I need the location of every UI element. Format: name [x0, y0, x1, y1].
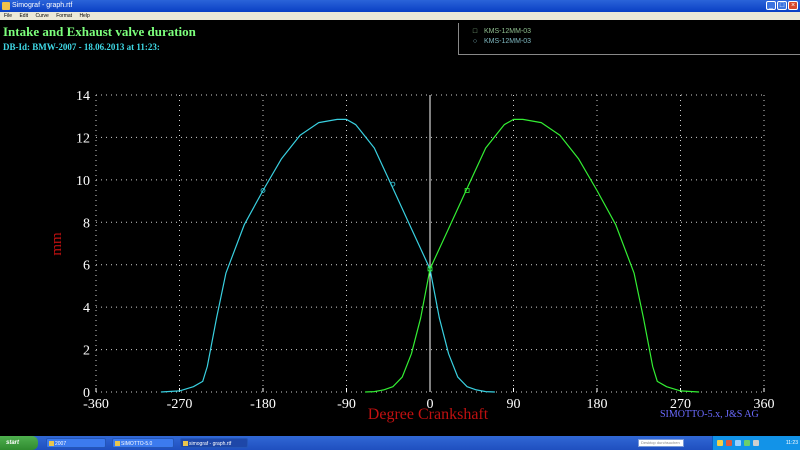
- x-tick-label: -360: [83, 397, 109, 412]
- x-tick-label: -90: [337, 397, 356, 412]
- system-tray: 11:23: [712, 436, 800, 450]
- y-tick-label: 14: [76, 89, 90, 104]
- app-icon: [115, 441, 120, 446]
- y-tick-label: 8: [83, 216, 90, 231]
- x-tick-label: -180: [250, 397, 276, 412]
- x-tick-label: 180: [587, 397, 608, 412]
- x-tick-label: -270: [167, 397, 193, 412]
- desktop-search-input[interactable]: Desktop durchsuchen: [638, 439, 684, 447]
- y-tick-label: 12: [76, 131, 90, 146]
- tray-app-icon[interactable]: [753, 440, 759, 446]
- task-button-simotto[interactable]: SIMOTTO-5.0: [112, 438, 174, 448]
- y-tick-label: 2: [83, 344, 90, 359]
- x-tick-label: 90: [507, 397, 521, 412]
- network-icon[interactable]: [717, 440, 723, 446]
- credit-text: SIMOTTO-5.x, J&S AG: [660, 409, 759, 420]
- task-button-simograf[interactable]: simograf - graph.rtf: [180, 438, 248, 448]
- task-button-2007[interactable]: 2007: [46, 438, 106, 448]
- y-tick-label: 6: [83, 259, 90, 274]
- task-label: simograf - graph.rtf: [189, 441, 232, 447]
- y-tick-label: 10: [76, 174, 90, 189]
- valve-lift-chart: 02468101214-360 -270 -180 -90 0 90 180 270 360De…: [49, 89, 775, 423]
- folder-icon: [49, 441, 54, 446]
- y-tick-label: 4: [83, 301, 90, 316]
- taskbar: start 2007 SIMOTTO-5.0 simograf - graph.…: [0, 436, 800, 450]
- volume-icon[interactable]: [735, 440, 741, 446]
- update-icon[interactable]: [744, 440, 750, 446]
- y-axis-label: mm: [49, 232, 65, 256]
- clock: 11:23: [785, 440, 798, 446]
- series-line-0: [160, 118, 495, 393]
- security-icon[interactable]: [726, 440, 732, 446]
- task-label: 2007: [55, 441, 67, 447]
- app-icon: [183, 441, 188, 446]
- start-button[interactable]: start: [0, 436, 38, 450]
- series-line-1: [365, 118, 700, 393]
- task-label: SIMOTTO-5.0: [121, 441, 153, 447]
- x-axis-label: Degree Crankshaft: [368, 406, 489, 423]
